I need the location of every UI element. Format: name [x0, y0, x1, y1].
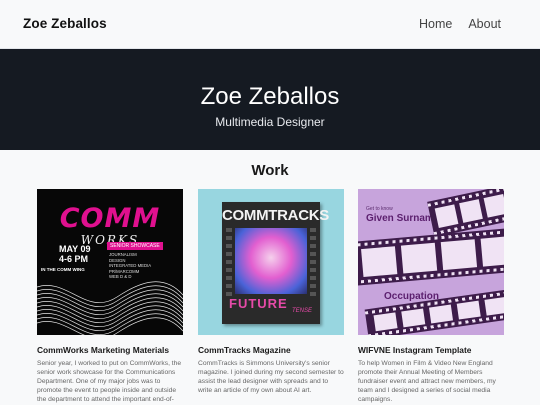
card-description: CommTracks is Simmons University's senio… [198, 360, 344, 394]
nav-links: Home About [419, 17, 501, 31]
brand-link[interactable]: Zoe Zeballos [23, 16, 107, 31]
hero-banner: Zoe Zeballos Multimedia Designer [0, 49, 540, 150]
gradient-artwork [235, 228, 307, 294]
thumb-showcase-badge: SENIOR SHOWCASE [107, 242, 163, 250]
work-card-wifvne[interactable]: Get to know Given Surname Occupation WIF… [358, 189, 504, 405]
work-section: Work COMM WORKS MAY 09 SENIOR SHOWCASE 4… [0, 150, 540, 405]
card-title[interactable]: CommTracks Magazine [198, 345, 344, 355]
card-title[interactable]: WIFVNE Instagram Template [358, 345, 504, 355]
card-description: To help Women in Film & Video New Englan… [358, 360, 496, 403]
card-description: Senior year, I worked to put on CommWork… [37, 360, 182, 405]
wave-lines-graphic [37, 281, 183, 335]
film-frame [373, 312, 398, 332]
work-heading: Work [251, 162, 289, 179]
film-frame [401, 308, 426, 328]
occupation-text: Occupation [384, 291, 440, 302]
portrait-frame [400, 242, 438, 274]
film-frame [459, 199, 483, 223]
film-strip-middle [358, 228, 504, 286]
portrait-frame [480, 236, 504, 267]
nav-home-link[interactable]: Home [419, 17, 452, 31]
tense-text: TENSE [291, 308, 312, 314]
portrait-frame [440, 239, 478, 271]
name-text: Given Surname [366, 213, 440, 224]
work-card-commtracks[interactable]: COMMTRACKS FUTURE TENSE CommTracks Magaz… [198, 189, 344, 396]
commtracks-thumbnail[interactable]: COMMTRACKS FUTURE TENSE [198, 189, 344, 335]
magazine-title-text: COMMTRACKS [222, 207, 329, 224]
commworks-thumbnail[interactable]: COMM WORKS MAY 09 SENIOR SHOWCASE 4-6 PM… [37, 189, 183, 335]
film-frame [428, 304, 454, 324]
thumb-place-text: IN THE COMM WING [41, 267, 85, 272]
film-frame [434, 204, 459, 229]
thumb-track-list: journalism design integrated media pr/ma… [109, 252, 151, 280]
film-strip-left [226, 228, 232, 298]
future-text: FUTURE [229, 296, 288, 311]
thumb-time-text: 4-6 PM [59, 254, 89, 264]
magazine-cover-graphic: COMMTRACKS FUTURE TENSE [222, 202, 329, 324]
hero-subtitle: Multimedia Designer [215, 115, 325, 129]
thumb-comm-text: COMM [59, 203, 161, 234]
film-frame [456, 300, 481, 320]
thumb-track-item: integrated media [109, 263, 152, 269]
navbar: Zoe Zeballos Home About [0, 0, 540, 49]
card-title[interactable]: CommWorks Marketing Materials [37, 345, 183, 355]
work-card-commworks[interactable]: COMM WORKS MAY 09 SENIOR SHOWCASE 4-6 PM… [37, 189, 183, 405]
portrait-frame [361, 246, 398, 278]
kicker-text: Get to know [366, 206, 393, 212]
wifvne-thumbnail[interactable]: Get to know Given Surname Occupation [358, 189, 504, 335]
film-strip-right [310, 228, 316, 298]
film-frame [483, 193, 504, 218]
nav-about-link[interactable]: About [468, 17, 501, 31]
film-frame [484, 296, 504, 316]
hero-title: Zoe Zeballos [200, 83, 340, 110]
thumb-date-text: MAY 09 [59, 244, 91, 254]
